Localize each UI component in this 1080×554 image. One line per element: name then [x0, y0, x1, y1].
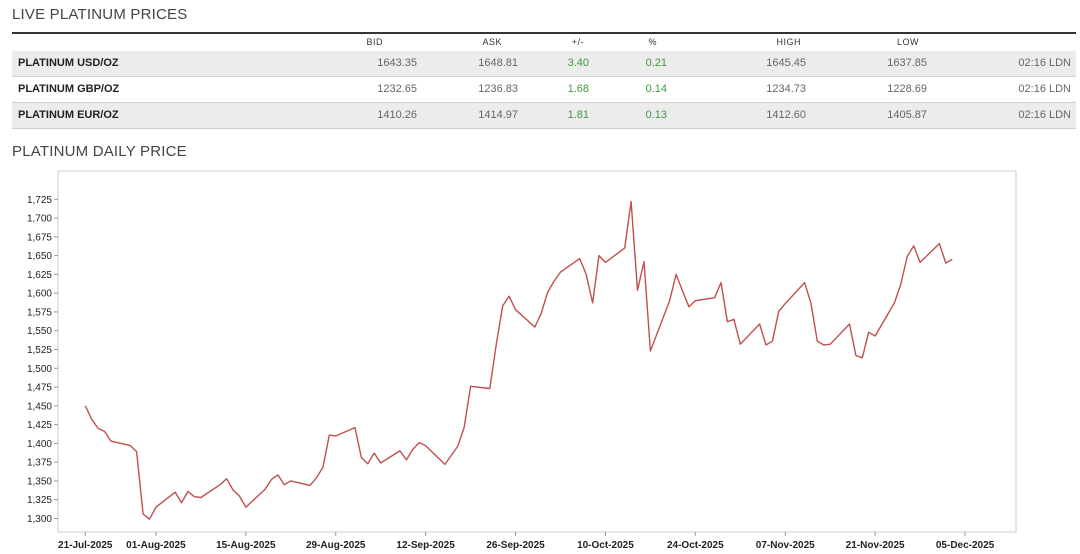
y-tick-label: 1,525 [27, 345, 52, 356]
y-tick-label: 1,650 [27, 251, 52, 262]
row-percent: 0.14 [645, 83, 667, 95]
x-tick-label: 05-Dec-2025 [936, 540, 995, 551]
row-name: PLATINUM GBP/OZ [18, 83, 120, 95]
row-bid: 1410.26 [377, 109, 417, 121]
row-high: 1412.60 [766, 109, 806, 121]
table-header-row: BID ASK +/- % HIGH LOW [12, 34, 1076, 51]
x-axis: 21-Jul-2025 01-Aug-2025 15-Aug-2025 29-Aug-… [58, 532, 995, 551]
y-tick-label: 1,450 [27, 401, 52, 412]
live-prices-title: LIVE PLATINUM PRICES [12, 6, 188, 23]
row-change: 1.68 [567, 83, 589, 95]
x-tick-label: 01-Aug-2025 [126, 540, 186, 551]
row-low: 1637.85 [887, 57, 927, 69]
row-time: 02:16 LDN [1018, 109, 1071, 121]
row-bid: 1232.65 [377, 83, 417, 95]
x-tick-label: 12-Sep-2025 [396, 540, 455, 551]
y-tick-label: 1,325 [27, 495, 52, 506]
row-bid: 1643.35 [377, 57, 417, 69]
y-tick-label: 1,625 [27, 270, 52, 281]
plot-area [57, 170, 1017, 533]
y-tick-label: 1,425 [27, 420, 52, 431]
row-percent: 0.21 [645, 57, 667, 69]
y-tick-label: 1,475 [27, 383, 52, 394]
x-tick-label: 21-Jul-2025 [58, 540, 113, 551]
x-tick-label: 07-Nov-2025 [756, 540, 815, 551]
row-time: 02:16 LDN [1018, 57, 1071, 69]
row-ask: 1648.81 [478, 57, 518, 69]
row-time: 02:16 LDN [1018, 83, 1071, 95]
y-tick-label: 1,725 [27, 195, 52, 206]
row-name: PLATINUM USD/OZ [18, 57, 119, 69]
header-bid: BID [366, 37, 383, 47]
daily-price-chart: 1,300 1,325 1,350 1,375 1,400 1,425 1,450 1,475… [27, 170, 1017, 551]
header-ask: ASK [482, 37, 502, 47]
y-tick-label: 1,600 [27, 289, 52, 300]
header-low: LOW [896, 37, 919, 47]
y-tick-label: 1,350 [27, 476, 52, 487]
x-tick-label: 21-Nov-2025 [846, 540, 905, 551]
y-tick-label: 1,700 [27, 214, 52, 225]
header-change: +/- [571, 37, 584, 47]
page: LIVE PLATINUM PRICES BID ASK +/- % HIGH … [0, 0, 1080, 554]
row-low: 1228.69 [887, 83, 927, 95]
y-tick-label: 1,500 [27, 364, 52, 375]
row-change: 1.81 [567, 109, 589, 121]
row-ask: 1414.97 [478, 109, 518, 121]
table-row: PLATINUM USD/OZ 1643.35 1648.81 3.40 0.2… [12, 51, 1076, 77]
table-row: PLATINUM GBP/OZ 1232.65 1236.83 1.68 0.1… [12, 77, 1076, 103]
table-row: PLATINUM EUR/OZ 1410.26 1414.97 1.81 0.1… [12, 103, 1076, 129]
x-tick-label: 15-Aug-2025 [216, 540, 276, 551]
x-tick-label: 10-Oct-2025 [577, 540, 634, 551]
daily-price-title: PLATINUM DAILY PRICE [12, 143, 187, 160]
row-high: 1645.45 [766, 57, 806, 69]
y-tick-label: 1,300 [27, 514, 52, 525]
y-tick-label: 1,375 [27, 458, 52, 469]
y-tick-label: 1,400 [27, 439, 52, 450]
y-axis: 1,300 1,325 1,350 1,375 1,400 1,425 1,450 1,475… [27, 195, 58, 525]
row-low: 1405.87 [887, 109, 927, 121]
header-high: HIGH [776, 37, 801, 47]
live-prices-table: BID ASK +/- % HIGH LOW PLATINUM USD/OZ 1… [12, 32, 1076, 129]
y-tick-label: 1,550 [27, 326, 52, 337]
x-tick-label: 24-Oct-2025 [667, 540, 724, 551]
row-name: PLATINUM EUR/OZ [18, 109, 119, 121]
row-high: 1234.73 [766, 83, 806, 95]
y-tick-label: 1,575 [27, 307, 52, 318]
header-percent: % [648, 37, 657, 47]
y-tick-label: 1,675 [27, 232, 52, 243]
x-tick-label: 26-Sep-2025 [486, 540, 545, 551]
x-tick-label: 29-Aug-2025 [306, 540, 366, 551]
row-change: 3.40 [567, 57, 589, 69]
row-ask: 1236.83 [478, 83, 518, 95]
row-percent: 0.13 [645, 109, 667, 121]
